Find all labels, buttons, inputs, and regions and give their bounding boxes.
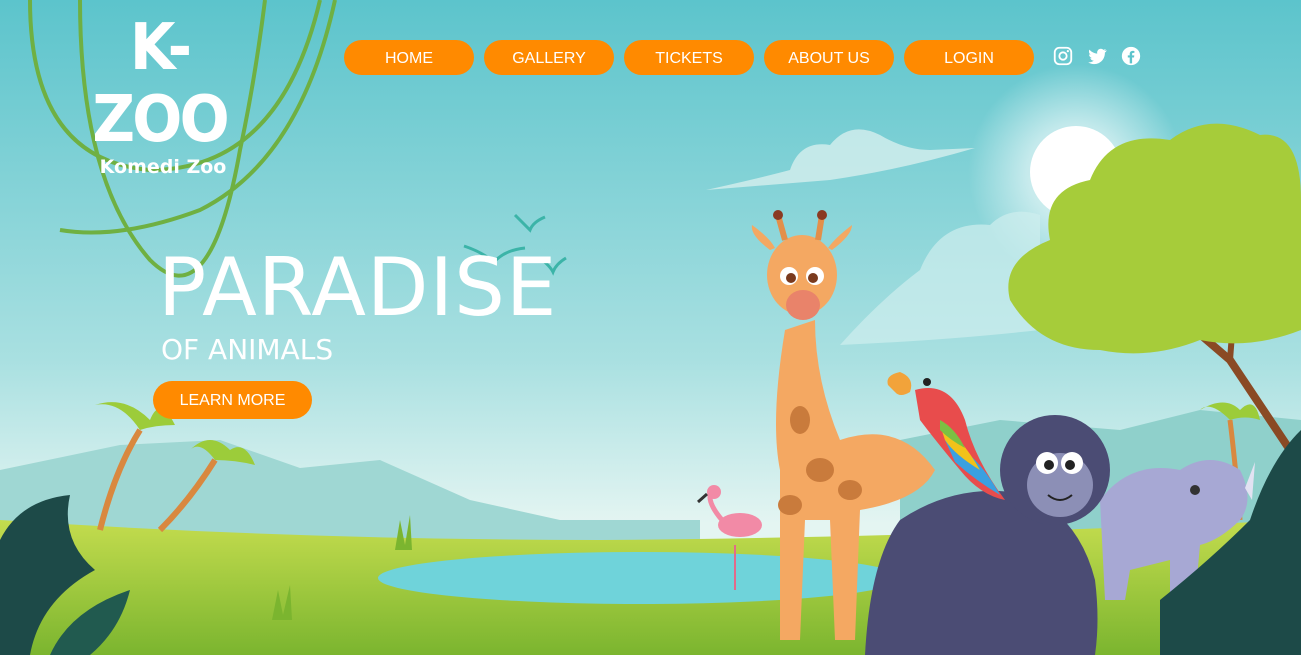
nav-login-button[interactable]: LOGIN [904,40,1034,75]
hero-subtitle: OF ANIMALS [161,333,334,366]
nav-gallery-button[interactable]: GALLERY [484,40,614,75]
social-links [1052,45,1142,67]
learn-more-button[interactable]: LEARN MORE [153,381,312,419]
brand-name: K-ZOO [92,11,229,157]
main-nav: HOME GALLERY TICKETS ABOUT US LOGIN [344,40,1034,75]
hero-section: K-ZOO Komedi Zoo HOME GALLERY TICKETS AB… [0,0,1301,655]
pond [378,552,902,604]
twitter-icon[interactable] [1086,45,1108,67]
nav-about-button[interactable]: ABOUT US [764,40,894,75]
nav-tickets-button[interactable]: TICKETS [624,40,754,75]
instagram-icon[interactable] [1052,45,1074,67]
nav-home-button[interactable]: HOME [344,40,474,75]
brand-logo[interactable]: K-ZOO Komedi Zoo [86,12,246,178]
facebook-icon[interactable] [1120,45,1142,67]
hero-title: PARADISE [158,241,558,334]
brand-tagline: Komedi Zoo [99,156,227,178]
